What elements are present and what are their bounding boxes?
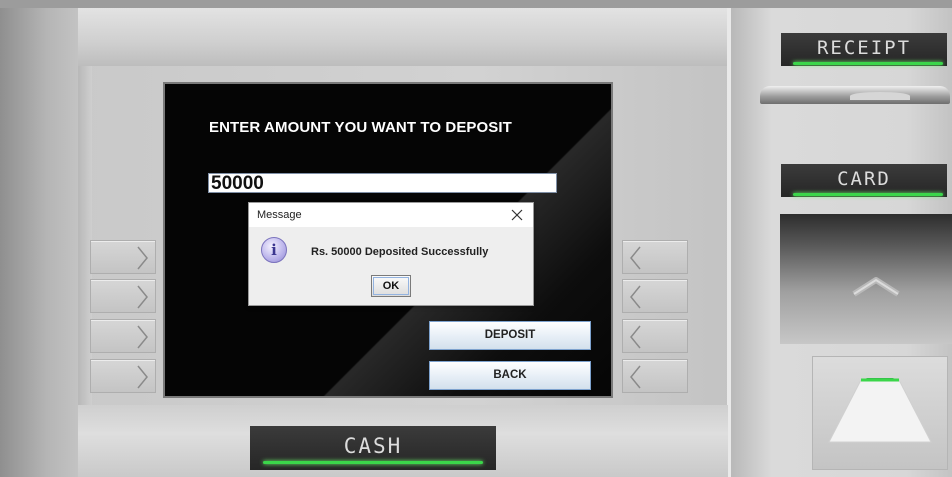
chevron-right-icon <box>137 246 148 270</box>
atm-left-pillar <box>0 8 78 477</box>
dialog-message: Rs. 50000 Deposited Successfully <box>311 246 489 258</box>
chevron-right-icon <box>137 285 148 309</box>
left-key-2[interactable] <box>90 279 156 313</box>
message-dialog: Message i Rs. 50000 Deposited Successful… <box>248 202 534 306</box>
right-key-2[interactable] <box>622 279 688 313</box>
receipt-label-text: RECEIPT <box>816 37 912 59</box>
back-button[interactable]: BACK <box>429 361 591 390</box>
chevron-right-icon <box>137 365 148 389</box>
info-icon: i <box>261 237 287 263</box>
amount-input[interactable]: 50000 <box>208 173 557 194</box>
chevron-left-icon <box>630 325 641 349</box>
atm-top-ledge <box>78 8 728 66</box>
left-key-4[interactable] <box>90 359 156 393</box>
cash-label-text: CASH <box>343 434 403 458</box>
receipt-slot-opening <box>850 92 910 100</box>
chevron-left-icon <box>630 246 641 270</box>
deposit-button[interactable]: DEPOSIT <box>429 321 591 350</box>
deposit-prompt: ENTER AMOUNT YOU WANT TO DEPOSIT <box>209 119 512 136</box>
right-key-3[interactable] <box>622 319 688 353</box>
card-indicator-light <box>793 193 943 196</box>
close-button[interactable] <box>507 206 527 224</box>
chevron-right-icon <box>137 325 148 349</box>
atm-top-band <box>0 0 952 8</box>
left-key-1[interactable] <box>90 240 156 274</box>
ok-button[interactable]: OK <box>371 275 411 297</box>
dialog-title: Message <box>257 209 302 221</box>
chevron-left-icon <box>630 285 641 309</box>
close-icon <box>511 209 523 221</box>
chevron-up-icon <box>852 277 900 297</box>
atm-left-bezel <box>78 66 92 406</box>
cash-indicator-light <box>263 461 483 464</box>
chevron-left-icon <box>630 365 641 389</box>
right-key-1[interactable] <box>622 240 688 274</box>
right-key-4[interactable] <box>622 359 688 393</box>
receipt-indicator-light <box>793 62 943 65</box>
card-label-text: CARD <box>837 168 891 190</box>
cash-tray-icon <box>828 378 932 443</box>
left-key-3[interactable] <box>90 319 156 353</box>
